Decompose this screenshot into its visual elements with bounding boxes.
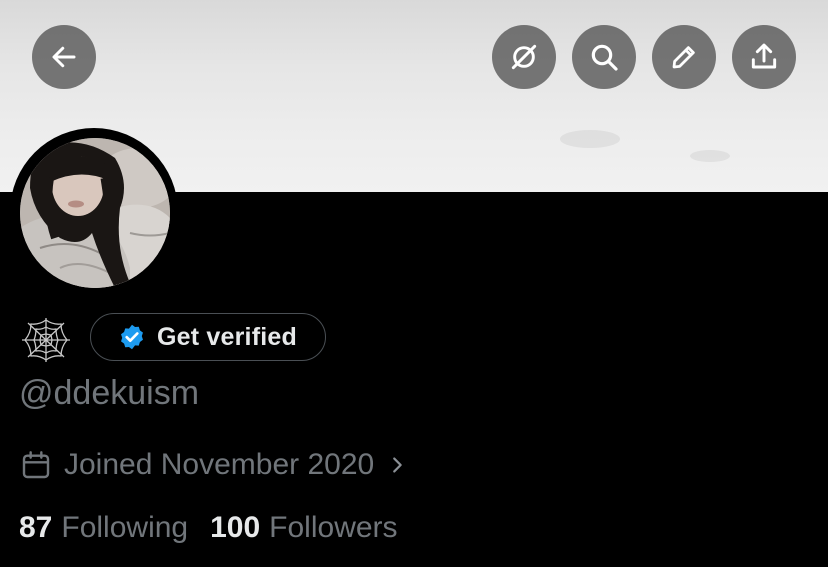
avatar[interactable] [20,138,170,288]
chevron-right-icon [393,457,402,473]
following-link[interactable]: 87 Following [19,511,188,545]
profile-page: Get verified @ddekuism Joined November 2… [0,0,828,567]
back-button[interactable] [32,25,96,89]
share-upload-icon [751,43,777,69]
joined-date-text: Joined November 2020 [64,448,375,481]
follow-stats: 87 Following 100 Followers [19,507,398,549]
followers-label: Followers [269,511,398,544]
search-button[interactable] [572,25,636,89]
hide-translation-button[interactable] [492,25,556,89]
arrow-left-icon [52,46,76,68]
followers-count: 100 [210,511,261,544]
edit-button[interactable] [652,25,716,89]
followers-link[interactable]: 100 Followers [210,511,397,545]
get-verified-label: Get verified [157,322,297,351]
get-verified-button[interactable]: Get verified [90,313,326,361]
spider-web-icon [22,318,70,362]
profile-handle: @ddekuism [19,374,200,412]
verified-badge-icon [121,324,143,350]
following-label: Following [61,511,189,544]
circle-slash-icon [511,44,537,70]
search-icon [591,44,618,71]
joined-date-row[interactable]: Joined November 2020 [20,443,408,487]
share-button[interactable] [732,25,796,89]
pencil-icon [672,46,695,69]
calendar-icon [22,451,50,479]
following-count: 87 [19,511,53,544]
